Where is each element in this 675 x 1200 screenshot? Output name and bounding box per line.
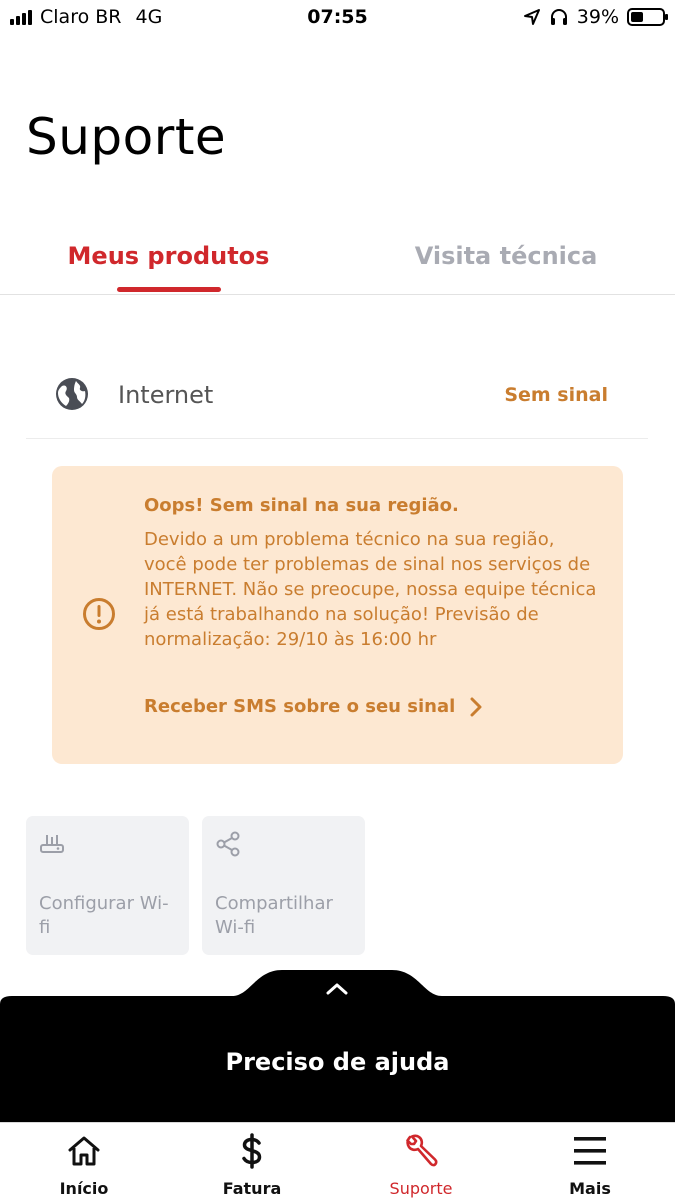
active-tab-indicator bbox=[117, 287, 221, 292]
nav-item-inicio[interactable]: Início bbox=[0, 1123, 168, 1200]
nav-label-fatura: Fatura bbox=[222, 1179, 282, 1198]
share-wifi-card[interactable]: Compartilhar Wi-fi bbox=[202, 816, 365, 955]
home-icon bbox=[68, 1136, 100, 1166]
exclamation-circle-icon bbox=[83, 598, 115, 630]
signal-alert: Oops! Sem sinal na sua região. Devido a … bbox=[52, 466, 623, 764]
battery-percent: 39% bbox=[576, 6, 619, 28]
battery-icon bbox=[627, 8, 668, 26]
router-icon bbox=[40, 835, 64, 853]
tab-meus-produtos[interactable]: Meus produtos bbox=[0, 242, 337, 270]
product-row-internet[interactable]: Internet Sem sinal bbox=[26, 354, 648, 439]
status-bar: Claro BR 4G 07:55 39% bbox=[0, 0, 675, 36]
chevron-up-icon[interactable] bbox=[325, 982, 349, 996]
nav-label-suporte: Suporte bbox=[389, 1179, 453, 1198]
nav-item-fatura[interactable]: Fatura bbox=[168, 1123, 336, 1200]
sms-signal-link[interactable]: Receber SMS sobre o seu sinal bbox=[144, 696, 483, 717]
sms-signal-link-label: Receber SMS sobre o seu sinal bbox=[144, 696, 456, 717]
headphones-icon bbox=[550, 9, 567, 25]
tab-bar: Meus produtos Visita técnica bbox=[0, 232, 675, 295]
product-status: Sem sinal bbox=[504, 384, 608, 406]
nav-item-mais[interactable]: Mais bbox=[506, 1123, 674, 1200]
wrench-icon bbox=[406, 1134, 438, 1167]
alert-message: Devido a um problema técnico na sua regi… bbox=[144, 529, 597, 650]
location-arrow-icon bbox=[523, 9, 540, 25]
chevron-right-icon bbox=[470, 697, 482, 716]
globe-icon bbox=[56, 378, 88, 410]
alert-title: Oops! Sem sinal na sua região. bbox=[144, 495, 459, 516]
share-icon bbox=[216, 831, 240, 857]
help-sheet[interactable]: Preciso de ajuda bbox=[0, 968, 675, 1122]
nav-label-inicio: Início bbox=[59, 1179, 109, 1198]
dollar-icon bbox=[242, 1133, 262, 1169]
share-wifi-label: Compartilhar Wi-fi bbox=[215, 893, 333, 938]
nav-item-suporte[interactable]: Suporte bbox=[337, 1123, 505, 1200]
tab-visita-tecnica[interactable]: Visita técnica bbox=[337, 242, 675, 270]
menu-icon bbox=[574, 1137, 606, 1165]
product-name: Internet bbox=[118, 381, 214, 409]
battery-fill bbox=[631, 12, 643, 22]
nav-label-mais: Mais bbox=[569, 1179, 611, 1198]
configure-wifi-card[interactable]: Configurar Wi-fi bbox=[26, 816, 189, 955]
status-right: 39% bbox=[523, 6, 668, 28]
configure-wifi-label: Configurar Wi-fi bbox=[39, 893, 169, 938]
page-title: Suporte bbox=[26, 108, 227, 166]
bottom-nav: Início Fatura Suporte Mais bbox=[0, 1122, 675, 1200]
help-label: Preciso de ajuda bbox=[225, 1048, 450, 1076]
